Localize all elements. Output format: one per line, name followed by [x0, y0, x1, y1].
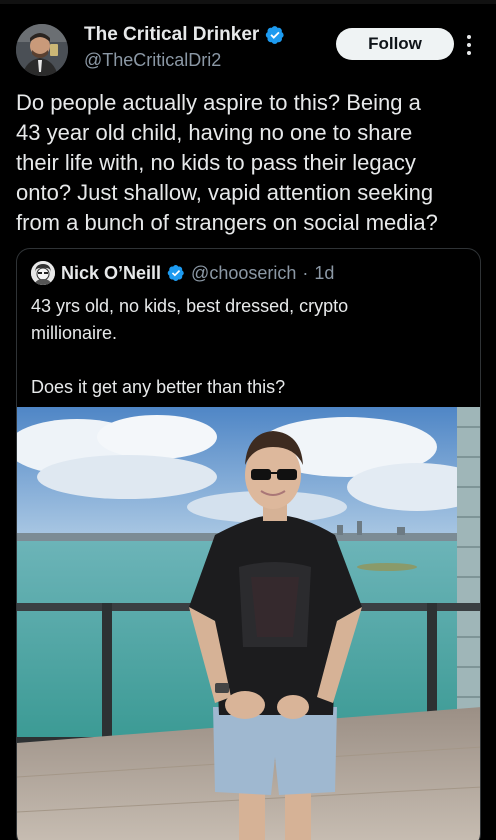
more-options-icon[interactable]: [458, 30, 480, 60]
follow-button[interactable]: Follow: [336, 28, 454, 60]
quoted-author-avatar[interactable]: [31, 261, 55, 285]
quoted-text-blank-line: [31, 347, 471, 374]
avatar-man-with-glass-icon: [16, 24, 68, 76]
quoted-tweet-card[interactable]: Nick O’Neill @chooserich · 1d 43 yrs old…: [16, 248, 481, 840]
quoted-tweet-header: Nick O’Neill @chooserich · 1d: [31, 261, 334, 285]
quoted-text-line: Does it get any better than this?: [31, 377, 286, 397]
quoted-tweet-text: 43 yrs old, no kids, best dressed, crypt…: [31, 293, 471, 401]
quoted-tweet-photo[interactable]: [17, 407, 480, 840]
quoted-tweet-time[interactable]: 1d: [314, 263, 334, 284]
photo-man-on-balcony-icon: [17, 407, 480, 840]
tweet-text-line: from a bunch of strangers on social medi…: [16, 210, 438, 235]
verified-badge-icon: [167, 264, 184, 282]
tweet-text-line: Do people actually aspire to this? Being…: [16, 90, 421, 115]
timestamp-separator: ·: [302, 262, 309, 283]
tweet-header: The Critical Drinker @TheCriticalDri2 Fo…: [0, 16, 496, 80]
author-avatar[interactable]: [16, 24, 68, 76]
quoted-text-line: 43 yrs old, no kids, best dressed, crypt…: [31, 296, 349, 316]
quoted-author-handle[interactable]: @chooserich: [191, 263, 296, 284]
tweet-text-line: their life with, no kids to pass their l…: [16, 150, 416, 175]
tweet-text-line: 43 year old child, having no one to shar…: [16, 120, 413, 145]
author-display-name[interactable]: The Critical Drinker: [84, 24, 259, 46]
top-divider: [0, 0, 496, 4]
author-name-row: The Critical Drinker: [84, 24, 285, 46]
tweet-text-line: onto? Just shallow, vapid attention seek…: [16, 180, 434, 205]
tweet-text: Do people actually aspire to this? Being…: [16, 88, 486, 238]
quoted-text-line: millionaire.: [31, 323, 118, 343]
verified-badge-icon: [266, 26, 284, 44]
avatar-cartoon-icon: [31, 261, 55, 285]
quoted-author-name[interactable]: Nick O’Neill: [61, 263, 161, 284]
author-handle[interactable]: @TheCriticalDri2: [84, 50, 221, 71]
